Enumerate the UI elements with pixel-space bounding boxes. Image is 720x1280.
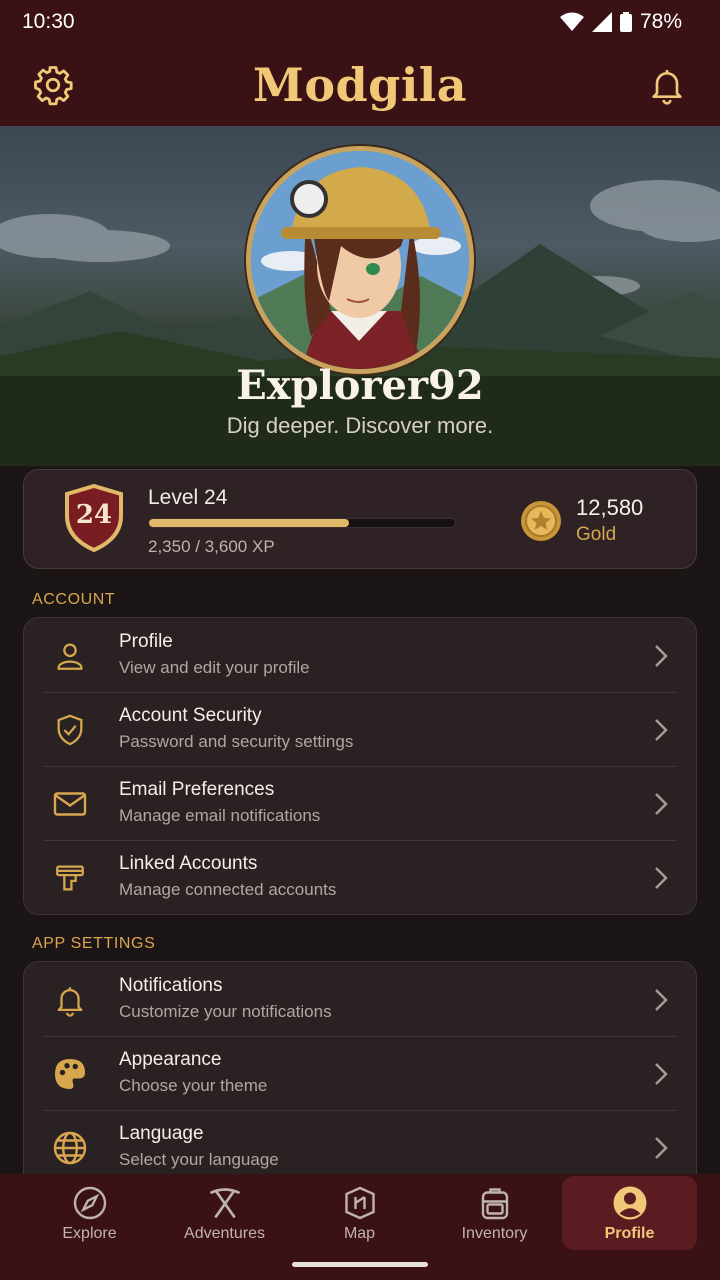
menu-subtitle: Customize your notifications <box>119 1002 332 1021</box>
bell-icon <box>50 980 90 1020</box>
signal-icon <box>591 12 612 32</box>
level-badge-number: 24 <box>75 500 113 530</box>
home-indicator <box>292 1262 428 1267</box>
nav-explore[interactable]: Explore <box>22 1176 157 1250</box>
bell-icon <box>652 70 682 105</box>
menu-title: Email Preferences <box>119 779 275 800</box>
username: Explorer92 <box>236 362 484 409</box>
level-label: Level 24 <box>148 486 228 509</box>
avatar[interactable] <box>246 146 474 374</box>
menu-text: Profile View and edit your profile <box>119 631 310 678</box>
menu-item-linked-accounts[interactable]: Linked Accounts Manage connected account… <box>24 840 696 914</box>
globe-icon <box>50 1128 90 1168</box>
avatar-image <box>251 151 469 369</box>
menu-text: Account Security Password and security s… <box>119 705 353 752</box>
menu-title: Appearance <box>119 1049 222 1070</box>
menu-subtitle: Select your language <box>119 1150 279 1169</box>
gear-icon <box>34 66 73 106</box>
section-label-app-settings: APP SETTINGS <box>32 935 156 952</box>
chevron-right-icon <box>655 867 668 889</box>
menu-subtitle: Password and security settings <box>119 732 354 751</box>
menu-title: Account Security <box>119 705 262 726</box>
menu-subtitle: View and edit your profile <box>119 658 310 677</box>
xp-progress-fill <box>149 519 349 527</box>
xp-text: 2,350 / 3,600 XP <box>148 537 275 556</box>
nav-inventory[interactable]: Inventory <box>427 1176 562 1250</box>
user-icon <box>50 636 90 676</box>
status-icons: 78% <box>559 10 682 34</box>
menu-subtitle: Choose your theme <box>119 1076 268 1095</box>
app-settings-menu: Notifications Customize your notificatio… <box>23 961 697 1201</box>
menu-subtitle: Manage connected accounts <box>119 880 337 899</box>
profile-tagline: Dig deeper. Discover more. <box>226 413 494 438</box>
nav-label: Map <box>343 1225 376 1242</box>
notifications-button[interactable] <box>645 63 689 107</box>
status-time: 10:30 <box>22 10 75 33</box>
battery-icon <box>619 12 632 32</box>
chevron-right-icon <box>655 645 668 667</box>
gold-label: Gold <box>576 524 617 545</box>
menu-text: Email Preferences Manage email notificat… <box>119 779 320 826</box>
menu-title: Notifications <box>119 975 223 996</box>
menu-text: Appearance Choose your theme <box>119 1049 267 1096</box>
menu-text: Notifications Customize your notificatio… <box>119 975 332 1022</box>
stats-card: 24 Level 24 2,350 / 3,600 XP 12,580 Gold <box>23 469 697 569</box>
menu-item-language[interactable]: Language Select your language <box>24 1110 696 1184</box>
envelope-icon <box>50 784 90 824</box>
menu-item-profile[interactable]: Profile View and edit your profile <box>24 618 696 692</box>
nav-map[interactable]: Map <box>292 1176 427 1250</box>
chevron-right-icon <box>655 719 668 741</box>
chevron-right-icon <box>655 1063 668 1085</box>
map-icon <box>344 1186 375 1220</box>
menu-text: Linked Accounts Manage connected account… <box>119 853 336 900</box>
app-bar: Modgila <box>0 44 720 126</box>
nav-label: Explore <box>62 1225 117 1242</box>
chevron-right-icon <box>655 1137 668 1159</box>
wifi-icon <box>559 12 584 31</box>
nav-label: Adventures <box>184 1225 265 1242</box>
pickaxe-icon <box>209 1188 240 1218</box>
palette-icon <box>50 1054 90 1094</box>
xp-progress-bar <box>148 518 456 528</box>
menu-item-notifications[interactable]: Notifications Customize your notificatio… <box>24 962 696 1036</box>
compass-icon <box>73 1186 106 1220</box>
menu-item-account-security[interactable]: Account Security Password and security s… <box>24 692 696 766</box>
nav-profile[interactable]: Profile <box>562 1176 697 1250</box>
chevron-right-icon <box>655 989 668 1011</box>
app-title: Modgila <box>252 58 468 112</box>
menu-item-appearance[interactable]: Appearance Choose your theme <box>24 1036 696 1110</box>
menu-item-email-preferences[interactable]: Email Preferences Manage email notificat… <box>24 766 696 840</box>
settings-button[interactable] <box>31 63 75 107</box>
nav-adventures[interactable]: Adventures <box>157 1176 292 1250</box>
gold-amount: 12,580 <box>576 495 644 520</box>
account-menu: Profile View and edit your profile Accou… <box>23 617 697 915</box>
link-accounts-icon <box>50 858 90 898</box>
menu-title: Profile <box>119 631 173 652</box>
menu-text: Language Select your language <box>119 1123 279 1170</box>
menu-title: Linked Accounts <box>119 853 258 874</box>
section-label-account: ACCOUNT <box>32 591 116 608</box>
menu-title: Language <box>119 1123 204 1144</box>
battery-level: 78% <box>639 10 682 33</box>
nav-label: Inventory <box>461 1225 528 1242</box>
profile-icon <box>613 1186 646 1220</box>
backpack-icon <box>481 1188 508 1220</box>
gold-coin-icon <box>521 501 561 541</box>
shield-check-icon <box>50 710 90 750</box>
menu-subtitle: Manage email notifications <box>119 806 321 825</box>
status-bar: 10:30 78% <box>0 0 720 44</box>
chevron-right-icon <box>655 793 668 815</box>
nav-label: Profile <box>604 1225 655 1242</box>
